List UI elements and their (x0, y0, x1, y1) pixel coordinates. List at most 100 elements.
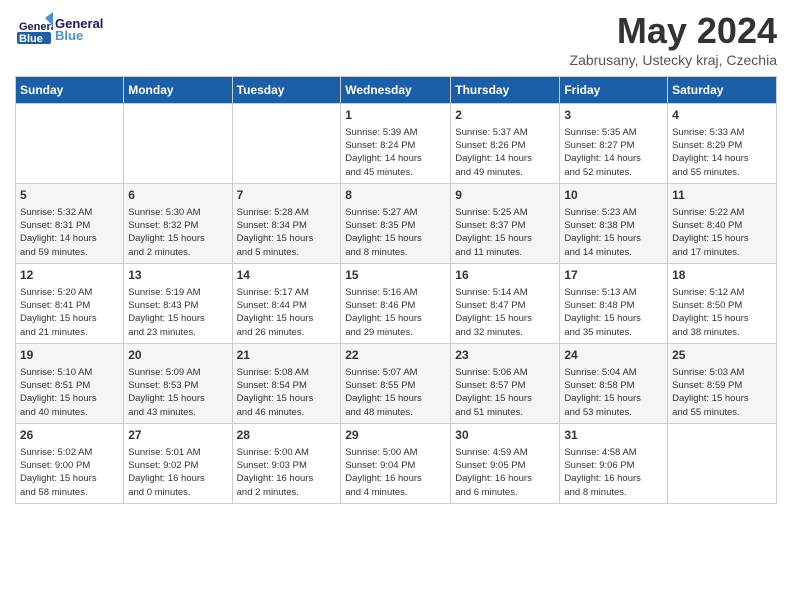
day-info: Daylight: 16 hours (128, 472, 227, 485)
day-info: Sunrise: 5:07 AM (345, 366, 446, 379)
cell-w1-d1 (16, 104, 124, 184)
day-number: 11 (672, 187, 772, 204)
day-info: Daylight: 15 hours (20, 392, 119, 405)
day-info: and 59 minutes. (20, 246, 119, 259)
cell-w2-d7: 11Sunrise: 5:22 AMSunset: 8:40 PMDayligh… (668, 184, 777, 264)
day-info: and 43 minutes. (128, 406, 227, 419)
location-subtitle: Zabrusany, Ustecky kraj, Czechia (570, 52, 777, 68)
day-info: Sunrise: 5:02 AM (20, 446, 119, 459)
col-thursday: Thursday (451, 77, 560, 104)
day-number: 5 (20, 187, 119, 204)
day-info: and 6 minutes. (455, 486, 555, 499)
day-info: and 55 minutes. (672, 406, 772, 419)
day-number: 28 (237, 427, 337, 444)
day-info: Daylight: 14 hours (564, 152, 663, 165)
day-info: Sunrise: 5:30 AM (128, 206, 227, 219)
day-info: Sunset: 8:31 PM (20, 219, 119, 232)
day-info: Sunset: 8:54 PM (237, 379, 337, 392)
day-info: Daylight: 15 hours (237, 232, 337, 245)
day-info: Sunrise: 5:00 AM (237, 446, 337, 459)
day-info: Sunrise: 5:19 AM (128, 286, 227, 299)
day-info: and 29 minutes. (345, 326, 446, 339)
cell-w1-d2 (124, 104, 232, 184)
day-info: Sunset: 8:40 PM (672, 219, 772, 232)
cell-w2-d3: 7Sunrise: 5:28 AMSunset: 8:34 PMDaylight… (232, 184, 341, 264)
week-row-2: 5 Sunrise: 5:32 AMSunset: 8:31 PM Daylight… (16, 184, 777, 264)
cell-w5-d2: 27Sunrise: 5:01 AMSunset: 9:02 PMDayligh… (124, 424, 232, 504)
day-number: 12 (20, 267, 119, 284)
day-info: Daylight: 16 hours (237, 472, 337, 485)
day-info: and 11 minutes. (455, 246, 555, 259)
day-info: Daylight: 15 hours (455, 392, 555, 405)
week-row-4: 19Sunrise: 5:10 AMSunset: 8:51 PMDayligh… (16, 344, 777, 424)
day-number: 22 (345, 347, 446, 364)
day-info: Sunrise: 5:28 AM (237, 206, 337, 219)
header-row: Sunday Monday Tuesday Wednesday Thursday… (16, 77, 777, 104)
cell-w3-d1: 12Sunrise: 5:20 AMSunset: 8:41 PMDayligh… (16, 264, 124, 344)
day-info: Sunset: 8:26 PM (455, 139, 555, 152)
day-info: and 52 minutes. (564, 166, 663, 179)
cell-w2-d5: 9Sunrise: 5:25 AMSunset: 8:37 PMDaylight… (451, 184, 560, 264)
day-number: 17 (564, 267, 663, 284)
day-info: Sunrise: 5:06 AM (455, 366, 555, 379)
day-info: and 14 minutes. (564, 246, 663, 259)
day-info: Daylight: 16 hours (345, 472, 446, 485)
svg-text:General: General (19, 21, 53, 33)
day-info: Sunrise: 4:58 AM (564, 446, 663, 459)
day-number: 9 (455, 187, 555, 204)
day-info: Sunrise: 5:23 AM (564, 206, 663, 219)
day-number: 21 (237, 347, 337, 364)
day-info: and 21 minutes. (20, 326, 119, 339)
day-number: 8 (345, 187, 446, 204)
day-info: and 40 minutes. (20, 406, 119, 419)
day-info: Sunset: 9:02 PM (128, 459, 227, 472)
month-title: May 2024 (570, 10, 777, 52)
day-info: Sunset: 9:00 PM (20, 459, 119, 472)
day-info: and 0 minutes. (128, 486, 227, 499)
day-info: Sunrise: 5:00 AM (345, 446, 446, 459)
cell-w5-d6: 31Sunrise: 4:58 AMSunset: 9:06 PMDayligh… (560, 424, 668, 504)
cell-w3-d5: 16Sunrise: 5:14 AMSunset: 8:47 PMDayligh… (451, 264, 560, 344)
day-info: Sunset: 9:05 PM (455, 459, 555, 472)
day-info: Daylight: 15 hours (345, 232, 446, 245)
cell-w4-d5: 23 Sunrise: 5:06 AMSunset: 8:57 PMDayligh… (451, 344, 560, 424)
header: General Blue General Blue May 2024 Zabru… (15, 10, 777, 68)
day-info: Sunset: 8:50 PM (672, 299, 772, 312)
day-info: Daylight: 15 hours (20, 312, 119, 325)
day-info: Sunrise: 5:16 AM (345, 286, 446, 299)
day-number: 23 (455, 347, 555, 364)
day-info: Sunrise: 5:32 AM (20, 206, 119, 219)
day-info: and 38 minutes. (672, 326, 772, 339)
day-info: Sunset: 8:57 PM (455, 379, 555, 392)
day-info: Sunset: 8:38 PM (564, 219, 663, 232)
day-info: and 2 minutes. (237, 486, 337, 499)
day-info: Daylight: 15 hours (237, 312, 337, 325)
day-info: Daylight: 15 hours (128, 232, 227, 245)
day-info: Daylight: 15 hours (237, 392, 337, 405)
day-info: Sunset: 8:37 PM (455, 219, 555, 232)
day-info: Sunrise: 5:13 AM (564, 286, 663, 299)
day-info: Sunrise: 5:22 AM (672, 206, 772, 219)
day-info: Sunrise: 5:35 AM (564, 126, 663, 139)
day-info: and 45 minutes. (345, 166, 446, 179)
cell-w5-d7 (668, 424, 777, 504)
day-info: Sunset: 9:06 PM (564, 459, 663, 472)
day-info: Sunrise: 5:08 AM (237, 366, 337, 379)
week-row-3: 12Sunrise: 5:20 AMSunset: 8:41 PMDayligh… (16, 264, 777, 344)
day-info: and 4 minutes. (345, 486, 446, 499)
day-info: Daylight: 14 hours (672, 152, 772, 165)
day-info: Sunset: 8:24 PM (345, 139, 446, 152)
day-info: Daylight: 16 hours (455, 472, 555, 485)
day-info: Sunset: 8:51 PM (20, 379, 119, 392)
col-tuesday: Tuesday (232, 77, 341, 104)
day-number: 14 (237, 267, 337, 284)
day-number: 1 (345, 107, 446, 124)
cell-w2-d4: 8Sunrise: 5:27 AMSunset: 8:35 PMDaylight… (341, 184, 451, 264)
day-info: and 55 minutes. (672, 166, 772, 179)
cell-w1-d3 (232, 104, 341, 184)
day-info: Daylight: 15 hours (128, 392, 227, 405)
col-friday: Friday (560, 77, 668, 104)
title-block: May 2024 Zabrusany, Ustecky kraj, Czechi… (570, 10, 777, 68)
day-number: 13 (128, 267, 227, 284)
day-info: Sunset: 8:48 PM (564, 299, 663, 312)
